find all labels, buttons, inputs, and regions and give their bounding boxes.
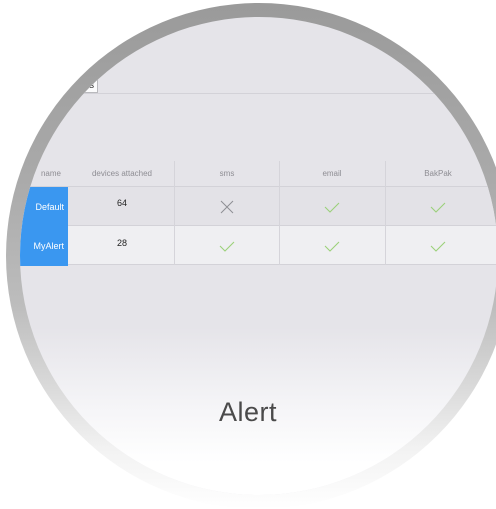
header-row-divider xyxy=(20,186,496,187)
cross-icon xyxy=(220,200,234,214)
column-header-email: email xyxy=(322,169,342,178)
column-divider xyxy=(174,161,175,265)
column-header-devices: devices attached xyxy=(91,169,153,178)
column-divider xyxy=(279,161,280,265)
alert-name-button-default[interactable]: Default xyxy=(20,187,68,227)
column-header-bakpak: BakPak xyxy=(424,169,452,178)
column-header-name: name xyxy=(40,169,61,178)
table-bottom-divider xyxy=(20,264,496,265)
devices-count: 28 xyxy=(116,238,127,248)
caption-title: Alert xyxy=(218,397,278,427)
check-icon xyxy=(430,241,446,252)
tab-alerts[interactable]: erts xyxy=(72,77,99,93)
check-icon xyxy=(324,241,340,252)
row-divider xyxy=(20,225,496,226)
tab-bar-divider xyxy=(20,93,496,94)
column-header-sms: sms xyxy=(219,169,235,178)
check-icon xyxy=(430,202,446,213)
check-icon xyxy=(324,202,340,213)
column-divider xyxy=(385,161,386,265)
alert-name-button-myalert[interactable]: MyAlert xyxy=(20,226,68,266)
devices-count: 64 xyxy=(116,198,127,208)
check-icon xyxy=(219,241,235,252)
